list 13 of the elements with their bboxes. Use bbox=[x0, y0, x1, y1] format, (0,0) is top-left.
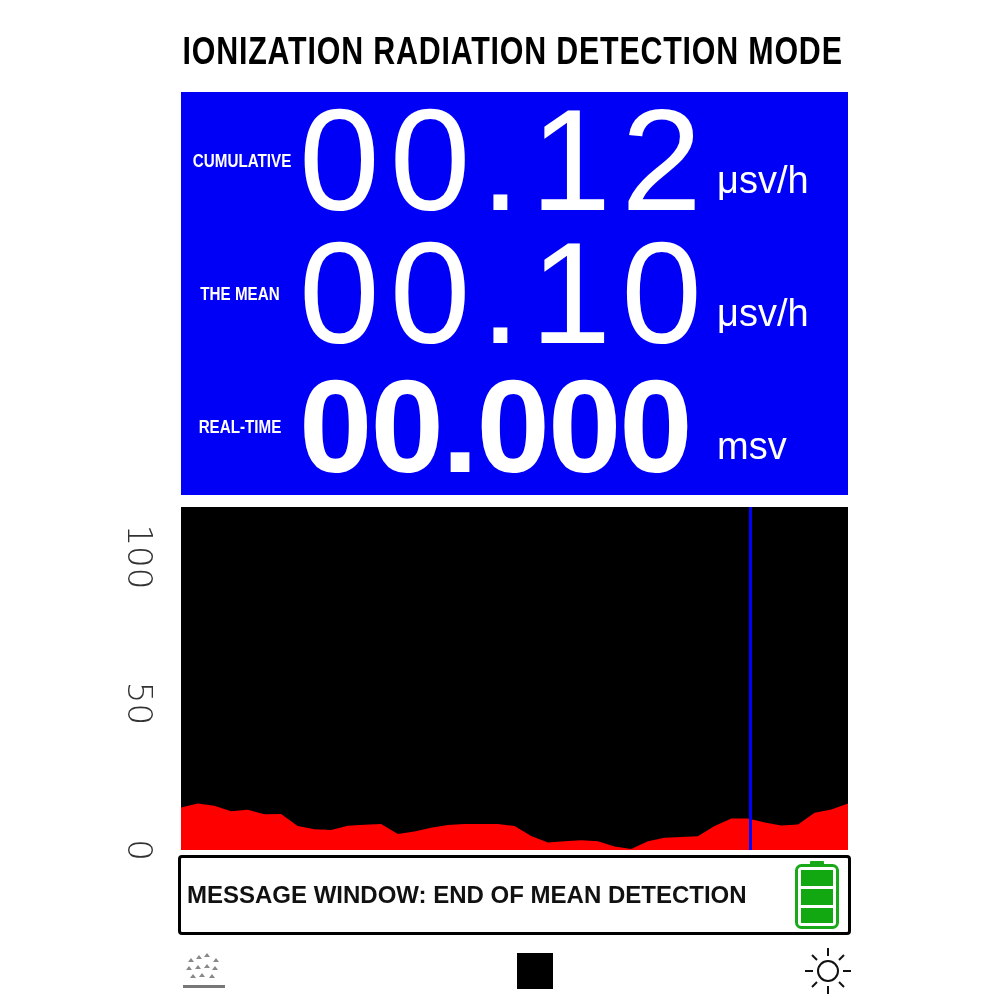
screen-title: IONIZATION RADIATION DETECTION MODE bbox=[182, 29, 843, 74]
reading-label: REAL-TIME bbox=[197, 415, 283, 438]
brightness-icon[interactable] bbox=[804, 947, 852, 995]
reading-unit: msv bbox=[717, 425, 787, 468]
reading-unit: μsv/h bbox=[717, 292, 809, 335]
y-tick-label: 0 bbox=[120, 839, 160, 861]
reading-unit: μsv/h bbox=[717, 159, 809, 202]
message-text: MESSAGE WINDOW: END OF MEAN DETECTION bbox=[187, 881, 747, 909]
y-tick-label: 100 bbox=[120, 524, 160, 590]
particles-icon[interactable] bbox=[182, 952, 226, 990]
reading-label: THE MEAN bbox=[199, 282, 281, 305]
y-tick-label: 50 bbox=[120, 681, 160, 726]
battery-icon bbox=[794, 860, 840, 930]
